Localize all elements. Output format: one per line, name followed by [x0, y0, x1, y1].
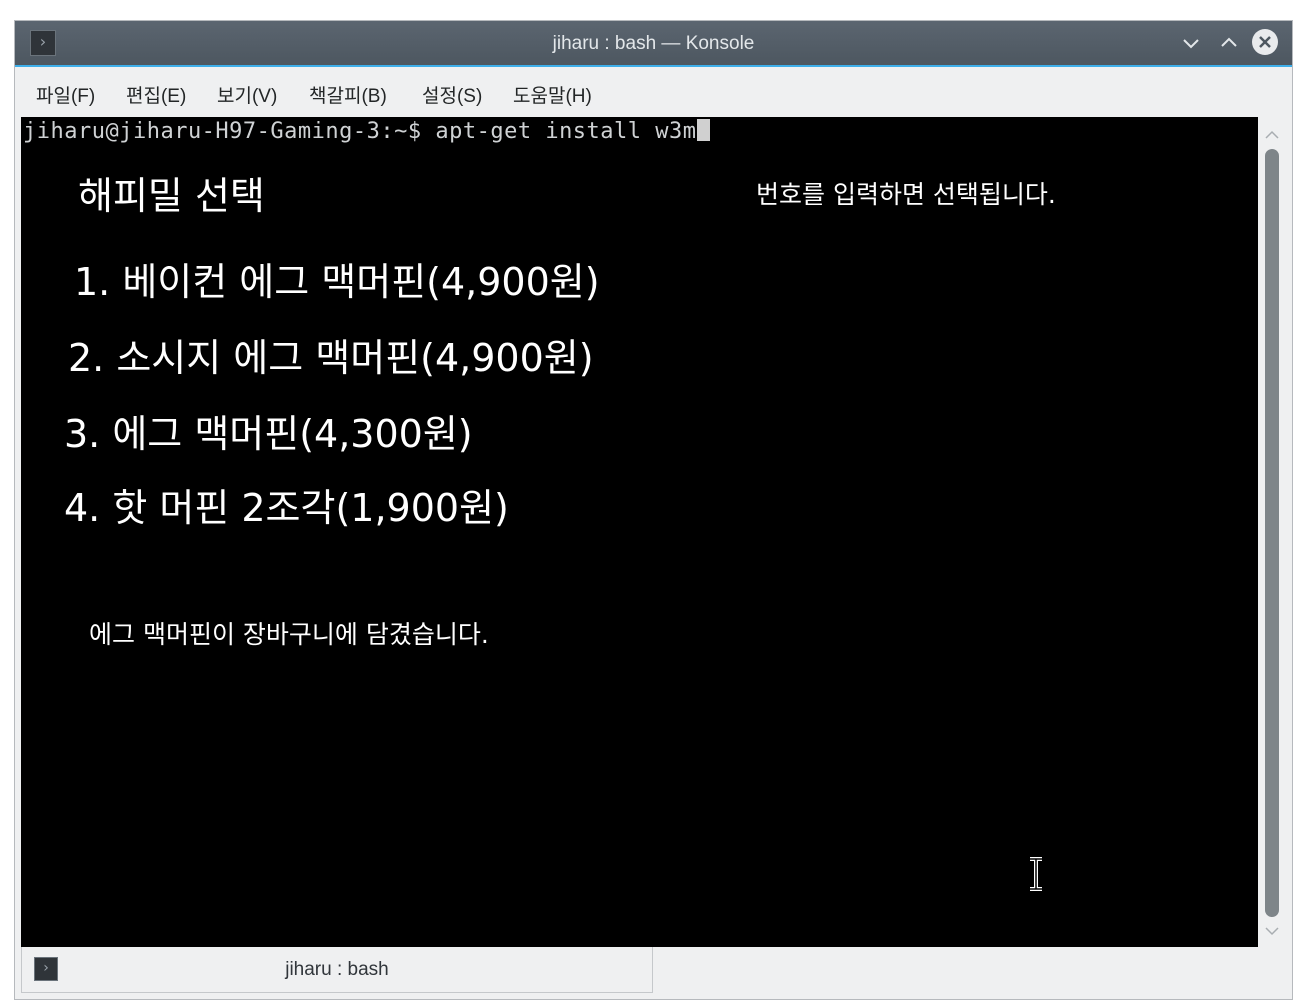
- command-text: apt-get install w3m: [435, 119, 697, 144]
- menu-bar: 파일(F) 편집(E) 보기(V) 책갈피(B) 설정(S) 도움말(H): [15, 65, 1292, 117]
- window-title: jiharu : bash — Konsole: [552, 33, 755, 54]
- menu-option-4: 4. 핫 머핀 2조각(1,900원): [64, 486, 509, 530]
- menu-heading: 해피밀 선택: [78, 174, 265, 218]
- selection-hint: 번호를 입력하면 선택됩니다.: [756, 180, 1056, 209]
- cart-message: 에그 맥머핀이 장바구니에 담겼습니다.: [89, 620, 489, 649]
- scrollbar-thumb[interactable]: [1265, 149, 1279, 917]
- menu-view[interactable]: 보기(V): [217, 81, 277, 108]
- ibeam-cursor-icon: [1030, 857, 1042, 891]
- menu-file[interactable]: 파일(F): [36, 81, 95, 108]
- text-cursor: [696, 119, 710, 141]
- maximize-button[interactable]: [1215, 29, 1243, 57]
- chevron-down-icon: [1183, 39, 1199, 49]
- shell-prompt: jiharu@jiharu-H97-Gaming-3:~$: [23, 119, 436, 144]
- konsole-window: › jiharu : bash — Konsole 파일(F) 편집(E) 보기…: [14, 20, 1293, 1000]
- title-bar[interactable]: › jiharu : bash — Konsole: [15, 21, 1292, 65]
- terminal-scrollbar[interactable]: [1260, 117, 1284, 947]
- menu-option-3: 3. 에그 맥머핀(4,300원): [64, 412, 473, 456]
- tab-bar: › jiharu : bash: [15, 947, 1292, 999]
- scroll-down-icon[interactable]: [1260, 919, 1284, 943]
- tab-label: jiharu : bash: [285, 959, 389, 980]
- close-icon: [1259, 36, 1271, 48]
- scroll-up-icon[interactable]: [1260, 123, 1284, 147]
- command-line: jiharu@jiharu-H97-Gaming-3:~$ apt-get in…: [23, 119, 710, 144]
- menu-settings[interactable]: 설정(S): [422, 81, 482, 108]
- minimize-button[interactable]: [1177, 29, 1205, 57]
- close-button[interactable]: [1252, 29, 1278, 55]
- chevron-up-icon: [1221, 37, 1237, 47]
- terminal-area[interactable]: jiharu@jiharu-H97-Gaming-3:~$ apt-get in…: [21, 117, 1258, 947]
- menu-help[interactable]: 도움말(H): [513, 81, 592, 108]
- tab-bash[interactable]: › jiharu : bash: [21, 947, 653, 993]
- menu-edit[interactable]: 편집(E): [126, 81, 186, 108]
- menu-bookmarks[interactable]: 책갈피(B): [309, 81, 387, 108]
- menu-option-1: 1. 베이컨 에그 맥머핀(4,900원): [74, 260, 600, 304]
- menu-option-2: 2. 소시지 에그 맥머핀(4,900원): [68, 336, 594, 380]
